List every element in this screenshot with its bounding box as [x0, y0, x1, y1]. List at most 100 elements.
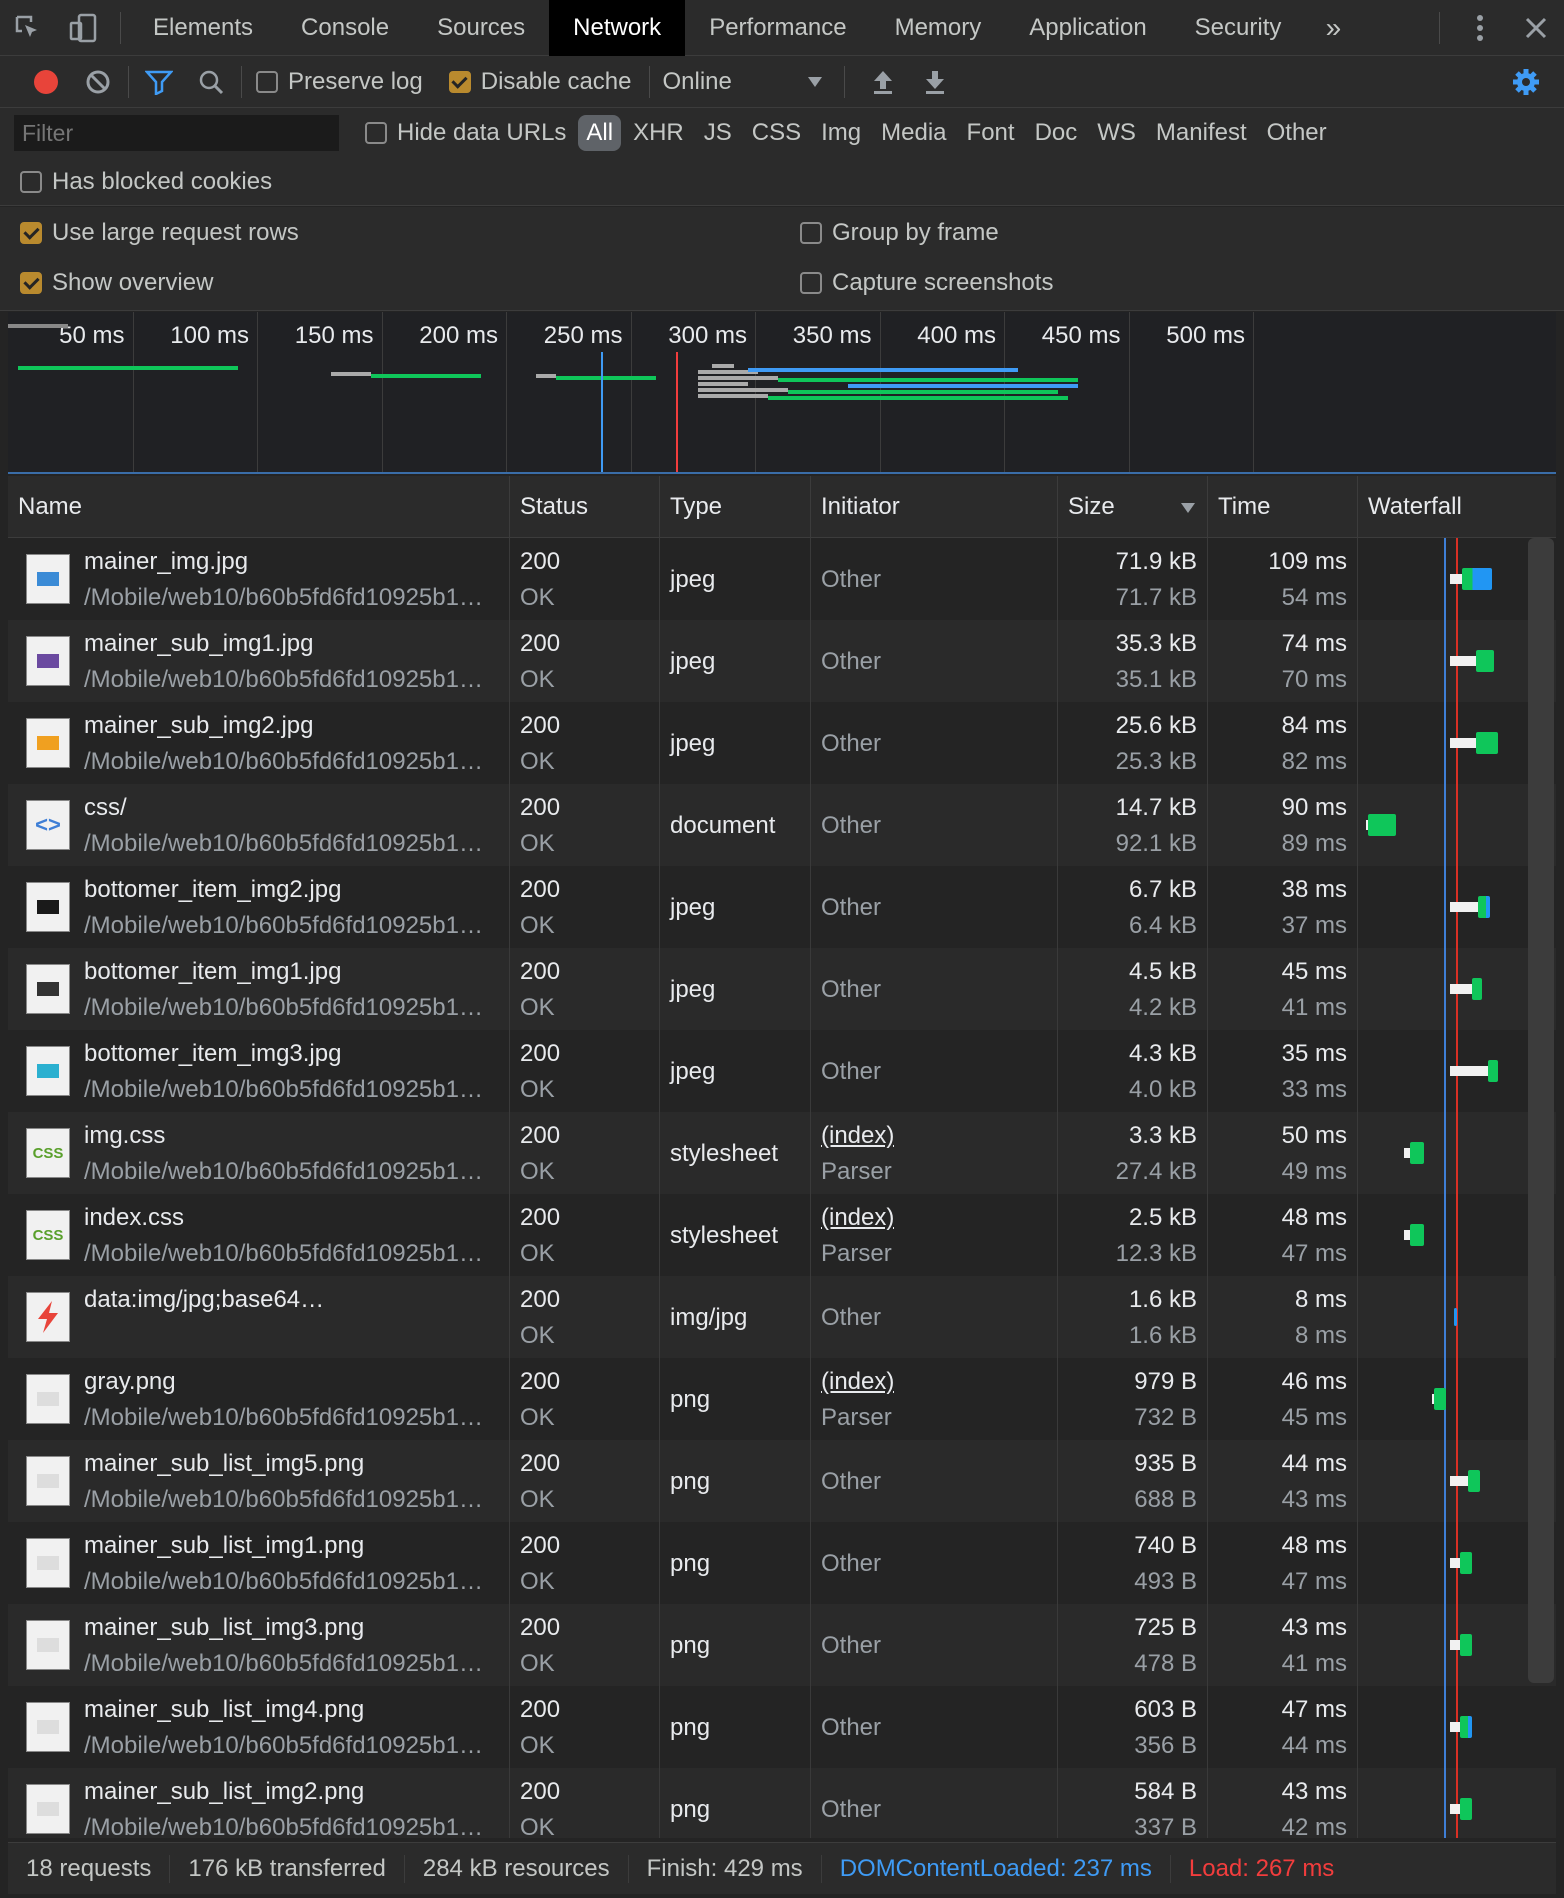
table-row[interactable]: data:img/jpg;base64… 200 OK img/jpg Other 1.6… — [8, 1276, 1556, 1358]
request-name[interactable]: bottomer_item_img2.jpg — [84, 876, 504, 904]
column-header-size[interactable]: Size — [1058, 476, 1208, 538]
tab-performance[interactable]: Performance — [685, 0, 870, 56]
table-row[interactable]: mainer_sub_img2.jpg/Mobile/web10/b60b5fd… — [8, 702, 1556, 784]
filter-input[interactable] — [14, 115, 339, 151]
network-overview[interactable]: 50 ms 100 ms 150 ms 200 ms 250 ms 300 ms 350 m… — [8, 312, 1556, 474]
request-name[interactable]: mainer_sub_img1.jpg — [84, 630, 504, 658]
request-name[interactable]: bottomer_item_img1.jpg — [84, 958, 504, 986]
table-row[interactable]: <> css/ /Mobile/web10/b60b5fd6fd10925b1… 20… — [8, 784, 1556, 866]
column-header-time[interactable]: Time — [1208, 476, 1358, 538]
inspect-element-icon[interactable] — [0, 0, 56, 56]
tab-elements[interactable]: Elements — [129, 0, 277, 56]
column-header-waterfall[interactable]: Waterfall — [1358, 476, 1556, 538]
tab-network[interactable]: Network — [549, 0, 686, 56]
filter-type-media[interactable]: Media — [873, 115, 954, 151]
request-name[interactable]: data:img/jpg;base64… — [84, 1286, 504, 1314]
column-header-name[interactable]: Name — [8, 476, 510, 538]
column-header-initiator[interactable]: Initiator — [811, 476, 1058, 538]
table-row[interactable]: mainer_sub_list_img2.png/Mobile/web10/b6… — [8, 1768, 1556, 1838]
request-name[interactable]: gray.png — [84, 1368, 504, 1396]
request-name[interactable]: bottomer_item_img3.jpg — [84, 1040, 504, 1068]
request-name[interactable]: index.css — [84, 1204, 504, 1232]
search-button[interactable] — [185, 56, 237, 108]
table-row[interactable]: CSS img.css/Mobile/web10/b60b5fd6fd10925b… — [8, 1112, 1556, 1194]
initiator-link[interactable]: (index) — [821, 1204, 894, 1232]
size-cell: 603 B 356 B — [1058, 1686, 1208, 1768]
more-tabs-icon[interactable]: » — [1305, 0, 1361, 56]
record-button[interactable] — [20, 56, 72, 108]
disable-cache-checkbox[interactable] — [448, 70, 471, 93]
filter-type-css[interactable]: CSS — [744, 115, 809, 151]
large-rows-checkbox[interactable] — [20, 222, 42, 244]
table-row[interactable]: bottomer_item_img3.jpg/Mobile/web10/b60b… — [8, 1030, 1556, 1112]
filter-type-other[interactable]: Other — [1259, 115, 1335, 151]
network-settings-button[interactable] — [1500, 56, 1552, 108]
export-har-button[interactable] — [909, 56, 961, 108]
table-row[interactable]: mainer_sub_list_img5.png/Mobile/web10/b6… — [8, 1440, 1556, 1522]
capture-screenshots-setting[interactable]: Capture screenshots — [800, 263, 1053, 303]
filter-type-manifest[interactable]: Manifest — [1148, 115, 1255, 151]
request-name[interactable]: mainer_img.jpg — [84, 548, 504, 576]
table-row[interactable]: bottomer_item_img2.jpg/Mobile/web10/b60b… — [8, 866, 1556, 948]
filter-type-ws[interactable]: WS — [1089, 115, 1144, 151]
capture-screenshots-checkbox[interactable] — [800, 272, 822, 294]
table-row[interactable]: mainer_sub_img1.jpg/Mobile/web10/b60b5fd… — [8, 620, 1556, 702]
column-header-type[interactable]: Type — [660, 476, 811, 538]
show-overview-checkbox[interactable] — [20, 272, 42, 294]
device-toolbar-icon[interactable] — [56, 0, 112, 56]
show-overview-setting[interactable]: Show overview — [20, 263, 213, 303]
table-row[interactable]: CSS index.css/Mobile/web10/b60b5fd6fd1092… — [8, 1194, 1556, 1276]
request-name[interactable]: css/ — [84, 794, 504, 822]
table-row[interactable]: mainer_sub_list_img1.png/Mobile/web10/b6… — [8, 1522, 1556, 1604]
request-name[interactable]: mainer_sub_list_img5.png — [84, 1450, 504, 1478]
clear-button[interactable] — [72, 56, 124, 108]
group-by-frame-checkbox[interactable] — [800, 222, 822, 244]
table-row[interactable]: mainer_sub_list_img3.png/Mobile/web10/b6… — [8, 1604, 1556, 1686]
request-name[interactable]: mainer_sub_list_img4.png — [84, 1696, 504, 1724]
has-blocked-cookies-checkbox[interactable] — [20, 170, 42, 193]
initiator-link[interactable]: (index) — [821, 1122, 894, 1150]
filter-type-all[interactable]: All — [578, 115, 622, 151]
tab-security[interactable]: Security — [1171, 0, 1306, 56]
kebab-menu-icon[interactable] — [1452, 0, 1508, 56]
preserve-log-toggle[interactable]: Preserve log — [256, 68, 423, 96]
waterfall-cell — [1358, 1768, 1556, 1838]
tab-memory[interactable]: Memory — [871, 0, 1006, 56]
hide-data-urls-checkbox[interactable] — [365, 122, 387, 144]
image-thumb-icon — [26, 636, 70, 686]
waterfall-cell — [1358, 1276, 1556, 1358]
tab-console[interactable]: Console — [277, 0, 413, 56]
filter-type-xhr[interactable]: XHR — [625, 115, 692, 151]
type-cell: jpeg — [660, 866, 811, 948]
preserve-log-checkbox[interactable] — [256, 70, 278, 93]
tab-application[interactable]: Application — [1005, 0, 1170, 56]
waterfall-bar — [1434, 1388, 1446, 1410]
table-row[interactable]: mainer_img.jpg/Mobile/web10/b60b5fd6fd10… — [8, 538, 1556, 620]
overview-request-bar — [698, 382, 748, 386]
large-rows-label: Use large request rows — [52, 219, 299, 246]
filter-type-font[interactable]: Font — [959, 115, 1023, 151]
request-name[interactable]: mainer_sub_img2.jpg — [84, 712, 504, 740]
large-rows-setting[interactable]: Use large request rows — [20, 213, 299, 253]
vertical-scrollbar[interactable] — [1528, 538, 1554, 1683]
request-name[interactable]: mainer_sub_list_img3.png — [84, 1614, 504, 1642]
filter-type-img[interactable]: Img — [813, 115, 869, 151]
request-name[interactable]: mainer_sub_list_img2.png — [84, 1778, 504, 1806]
import-har-button[interactable] — [857, 56, 909, 108]
table-row[interactable]: mainer_sub_list_img4.png/Mobile/web10/b6… — [8, 1686, 1556, 1768]
group-by-frame-setting[interactable]: Group by frame — [800, 213, 999, 253]
disable-cache-toggle[interactable]: Disable cache — [448, 68, 631, 96]
filter-type-doc[interactable]: Doc — [1027, 115, 1086, 151]
tab-sources[interactable]: Sources — [413, 0, 549, 56]
column-header-status[interactable]: Status — [510, 476, 660, 538]
request-name[interactable]: mainer_sub_list_img1.png — [84, 1532, 504, 1560]
initiator-link[interactable]: (index) — [821, 1368, 894, 1396]
table-row[interactable]: gray.png/Mobile/web10/b60b5fd6fd10925b1…… — [8, 1358, 1556, 1440]
table-row[interactable]: bottomer_item_img1.jpg/Mobile/web10/b60b… — [8, 948, 1556, 1030]
request-name[interactable]: img.css — [84, 1122, 504, 1150]
close-icon[interactable] — [1508, 0, 1564, 56]
filter-type-js[interactable]: JS — [696, 115, 740, 151]
filter-toggle-button[interactable] — [133, 56, 185, 108]
hide-data-urls-toggle[interactable]: Hide data URLs — [365, 119, 566, 147]
throttling-select[interactable]: Online — [662, 68, 823, 96]
